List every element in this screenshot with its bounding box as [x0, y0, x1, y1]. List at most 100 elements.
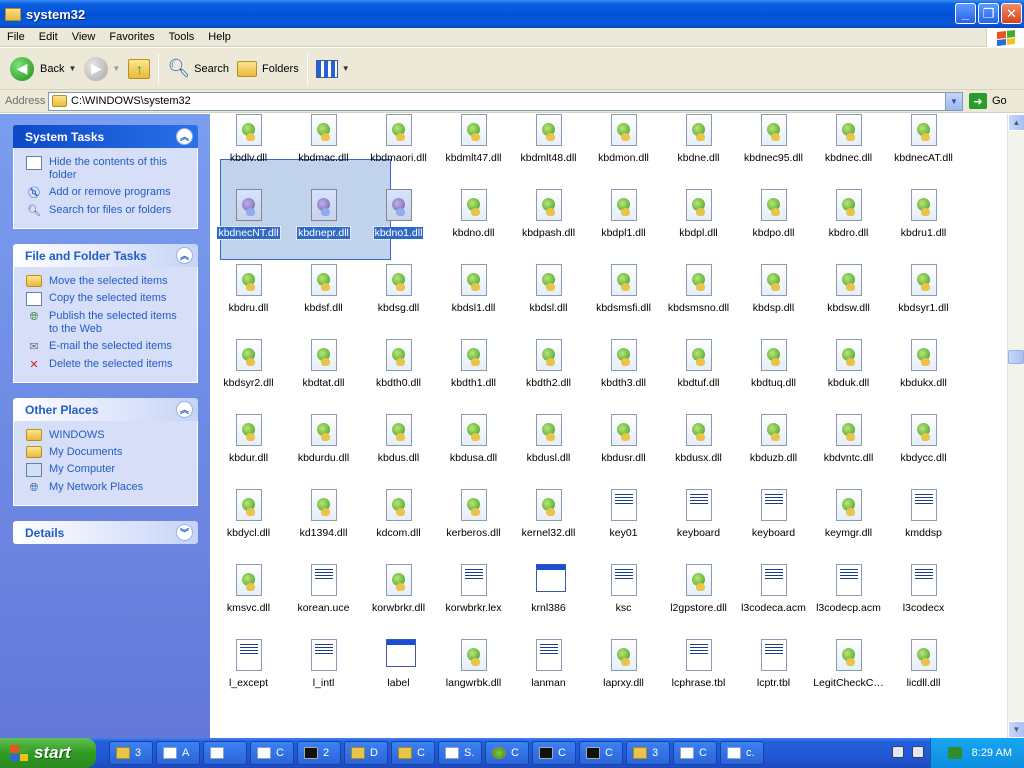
network-icon[interactable]: [912, 746, 924, 758]
file-item[interactable]: kmsvc.dll: [211, 564, 286, 614]
taskbar-button[interactable]: A: [156, 741, 200, 765]
taskbar-button[interactable]: C: [579, 741, 623, 765]
search-button[interactable]: 🔍︎ Search: [163, 51, 233, 87]
tray-status-icon[interactable]: [947, 747, 962, 759]
file-item[interactable]: kbdsmsno.dll: [661, 264, 736, 314]
forward-button[interactable]: ▶ ▼: [80, 51, 124, 87]
file-item[interactable]: kbdpo.dll: [736, 189, 811, 239]
file-item[interactable]: l3codecp.acm: [811, 564, 886, 614]
file-item[interactable]: key01: [586, 489, 661, 539]
place-my-network[interactable]: 🌐︎ My Network Places: [26, 481, 189, 495]
file-item[interactable]: keyboard: [661, 489, 736, 539]
menu-tools[interactable]: Tools: [162, 31, 202, 43]
up-folder-button[interactable]: ↑: [124, 51, 154, 87]
taskbar-button[interactable]: D: [344, 741, 388, 765]
details-header[interactable]: Details ︾: [13, 521, 198, 544]
restore-button[interactable]: ❐: [978, 3, 999, 24]
scroll-down-arrow-icon[interactable]: ▼: [1008, 721, 1024, 738]
file-item[interactable]: kbdsyr1.dll: [886, 264, 961, 314]
file-item[interactable]: kbdsmsfi.dll: [586, 264, 661, 314]
file-item[interactable]: kbdnecNT.dll: [211, 189, 286, 240]
file-item[interactable]: kbdtat.dll: [286, 339, 361, 389]
vertical-scrollbar[interactable]: ▲ ▼: [1007, 114, 1024, 738]
taskbar-button[interactable]: c.: [720, 741, 764, 765]
place-windows[interactable]: WINDOWS: [26, 429, 189, 442]
file-item[interactable]: kbdycc.dll: [886, 414, 961, 464]
address-dropdown-icon[interactable]: ▼: [945, 92, 962, 110]
file-item[interactable]: l_except: [211, 639, 286, 689]
file-list-view[interactable]: kbdlv.dll kbdmac.dll kbdmaori.dll kbdmlt47.…: [210, 114, 1007, 738]
file-item[interactable]: kbdnepr.dll: [286, 189, 361, 240]
file-item[interactable]: kbdmaori.dll: [361, 114, 436, 164]
file-item[interactable]: kbdvntc.dll: [811, 414, 886, 464]
file-item[interactable]: kd1394.dll: [286, 489, 361, 539]
file-item[interactable]: keyboard: [736, 489, 811, 539]
taskbar-button[interactable]: C: [485, 741, 529, 765]
file-item[interactable]: kbdtuq.dll: [736, 339, 811, 389]
file-item[interactable]: lcptr.tbl: [736, 639, 811, 689]
collapse-chevron-icon[interactable]: ︽: [176, 128, 193, 145]
file-item[interactable]: kbdusx.dll: [661, 414, 736, 464]
minimize-button[interactable]: _: [955, 3, 976, 24]
file-item[interactable]: kbdsyr2.dll: [211, 339, 286, 389]
file-item[interactable]: kbdru1.dll: [886, 189, 961, 239]
file-item[interactable]: l2gpstore.dll: [661, 564, 736, 614]
file-item[interactable]: kbdukx.dll: [886, 339, 961, 389]
file-item[interactable]: kbdru.dll: [211, 264, 286, 314]
file-item[interactable]: kbdycl.dll: [211, 489, 286, 539]
expand-chevron-icon[interactable]: ︾: [176, 524, 193, 541]
file-item[interactable]: kbdnecAT.dll: [886, 114, 961, 164]
file-item[interactable]: kbdsw.dll: [811, 264, 886, 314]
taskbar-button[interactable]: S.: [438, 741, 482, 765]
file-item[interactable]: kbdpash.dll: [511, 189, 586, 239]
file-item[interactable]: kbdusr.dll: [586, 414, 661, 464]
task-move-items[interactable]: Move the selected items: [26, 275, 189, 288]
title-bar[interactable]: system32 _ ❐ ✕: [0, 0, 1024, 28]
file-item[interactable]: kbdnec.dll: [811, 114, 886, 164]
taskbar-button[interactable]: C: [391, 741, 435, 765]
file-item[interactable]: kbdpl1.dll: [586, 189, 661, 239]
file-item[interactable]: keymgr.dll: [811, 489, 886, 539]
collapse-chevron-icon[interactable]: ︽: [176, 401, 193, 418]
place-my-documents[interactable]: My Documents: [26, 446, 189, 459]
menu-file[interactable]: File: [0, 31, 32, 43]
volume-icon[interactable]: [892, 746, 904, 758]
taskbar-button[interactable]: C: [532, 741, 576, 765]
file-item[interactable]: kbdur.dll: [211, 414, 286, 464]
menu-help[interactable]: Help: [201, 31, 238, 43]
file-item[interactable]: korwbrkr.lex: [436, 564, 511, 614]
file-item[interactable]: kbdmac.dll: [286, 114, 361, 164]
file-item[interactable]: kbdno.dll: [436, 189, 511, 239]
task-hide-contents[interactable]: Hide the contents of this folder: [26, 156, 189, 182]
menu-favorites[interactable]: Favorites: [102, 31, 161, 43]
clock[interactable]: 8:29 AM: [972, 747, 1012, 759]
file-item[interactable]: l3codeca.acm: [736, 564, 811, 614]
close-button[interactable]: ✕: [1001, 3, 1022, 24]
file-item[interactable]: label: [361, 639, 436, 689]
file-item[interactable]: kbdth3.dll: [586, 339, 661, 389]
file-item[interactable]: l3codecx: [886, 564, 961, 614]
file-item[interactable]: lanman: [511, 639, 586, 689]
file-item[interactable]: ksc: [586, 564, 661, 614]
taskbar-button[interactable]: C: [673, 741, 717, 765]
file-item[interactable]: kbdnec95.dll: [736, 114, 811, 164]
file-item[interactable]: licdll.dll: [886, 639, 961, 689]
file-item[interactable]: kbdsl.dll: [511, 264, 586, 314]
file-item[interactable]: kbdth2.dll: [511, 339, 586, 389]
file-item[interactable]: kbdpl.dll: [661, 189, 736, 239]
task-publish-web[interactable]: 🌐︎ Publish the selected items to the Web: [26, 310, 189, 336]
file-tasks-header[interactable]: File and Folder Tasks ︽: [13, 244, 198, 267]
file-item[interactable]: kbdth0.dll: [361, 339, 436, 389]
scroll-up-arrow-icon[interactable]: ▲: [1008, 114, 1024, 131]
file-item[interactable]: kbdus.dll: [361, 414, 436, 464]
taskbar-button[interactable]: [203, 741, 247, 765]
file-item[interactable]: kdcom.dll: [361, 489, 436, 539]
file-item[interactable]: korwbrkr.dll: [361, 564, 436, 614]
taskbar-button[interactable]: 3: [109, 741, 153, 765]
go-button[interactable]: ➜ Go: [969, 93, 1007, 109]
folders-button[interactable]: Folders: [233, 51, 303, 87]
taskbar-button[interactable]: 3: [626, 741, 670, 765]
file-item[interactable]: kbduk.dll: [811, 339, 886, 389]
file-item[interactable]: kbdurdu.dll: [286, 414, 361, 464]
back-button[interactable]: ◀ Back ▼: [6, 51, 80, 87]
